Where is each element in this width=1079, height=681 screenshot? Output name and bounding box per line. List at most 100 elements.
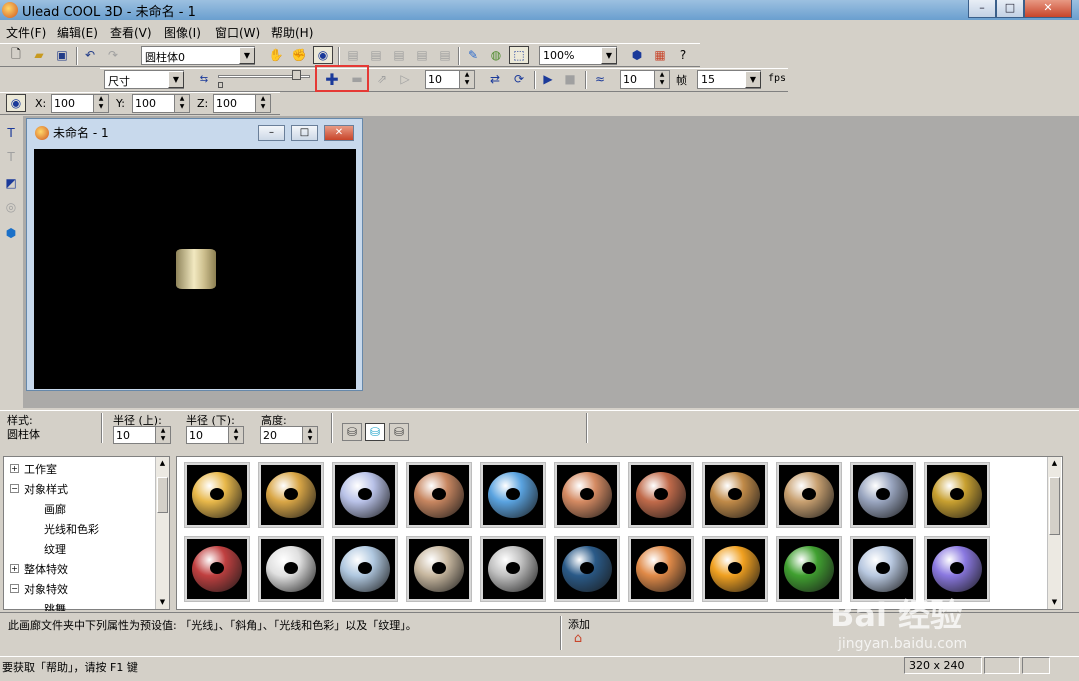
new-file-icon[interactable]: 🗋 xyxy=(6,46,26,64)
maximize-button[interactable]: □ xyxy=(996,0,1024,18)
render-canvas[interactable] xyxy=(34,149,356,389)
hand-move-icon[interactable]: ✋ xyxy=(266,46,286,64)
gallery-scrollbar[interactable]: ▲ ▼ xyxy=(1047,457,1061,609)
menu-view[interactable]: 查看(V) xyxy=(110,24,152,41)
menu-file[interactable]: 文件(F) xyxy=(6,24,46,41)
scroll-up-icon[interactable]: ▲ xyxy=(156,457,169,469)
tree-item-object-style[interactable]: 对象样式 xyxy=(24,481,68,497)
gallery-preset-thumbnail[interactable] xyxy=(184,462,250,528)
radius-bottom-input[interactable]: 10 ▲ ▼ xyxy=(186,426,244,444)
frame-nav-icon[interactable]: ⇆ xyxy=(194,70,214,88)
position-tool-icon[interactable]: ◉ xyxy=(6,94,26,112)
menu-image[interactable]: 图像(I) xyxy=(164,24,201,41)
gallery-preset-thumbnail[interactable] xyxy=(480,462,546,528)
layer-icon-1[interactable]: ▤ xyxy=(343,46,363,64)
gallery-preset-thumbnail[interactable] xyxy=(554,462,620,528)
render-icon[interactable]: ⬚ xyxy=(509,46,529,64)
zoom-select[interactable]: 100% ▼ xyxy=(539,46,617,65)
undo-icon[interactable]: ↶ xyxy=(80,46,100,64)
gallery-preset-thumbnail[interactable] xyxy=(184,536,250,602)
tree-toggle-icon[interactable]: − xyxy=(10,584,19,593)
tree-item-object-effects[interactable]: 对象特效 xyxy=(24,581,68,597)
gallery-preset-thumbnail[interactable] xyxy=(628,462,694,528)
scroll-thumb[interactable] xyxy=(157,477,168,513)
tree-scrollbar[interactable]: ▲ ▼ xyxy=(155,457,169,609)
gallery-preset-thumbnail[interactable] xyxy=(554,536,620,602)
add-to-gallery-icon[interactable]: ⌂ xyxy=(570,631,586,647)
minimize-button[interactable]: – xyxy=(968,0,996,18)
tree-item-dance[interactable]: 跳舞 xyxy=(44,601,66,611)
gallery-preset-thumbnail[interactable] xyxy=(332,462,398,528)
cylinder-shape-icon[interactable]: ⛁ xyxy=(342,423,362,441)
document-minimize-button[interactable]: – xyxy=(258,125,285,141)
gallery-preset-thumbnail[interactable] xyxy=(924,462,990,528)
tree-item-gallery[interactable]: 画廊 xyxy=(44,501,66,517)
close-button[interactable]: ✕ xyxy=(1024,0,1072,18)
insert-text-icon[interactable]: T xyxy=(1,124,21,142)
gallery-preset-thumbnail[interactable] xyxy=(480,536,546,602)
tree-item-texture[interactable]: 纹理 xyxy=(44,541,66,557)
size-select[interactable]: 尺寸 ▼ xyxy=(104,70,184,89)
y-input[interactable]: 100 ▲ ▼ xyxy=(132,94,190,113)
cylinder-filled-icon[interactable]: ⛁ xyxy=(365,423,385,441)
height-input[interactable]: 20 ▲ ▼ xyxy=(260,426,318,444)
gallery-preset-thumbnail[interactable] xyxy=(258,536,324,602)
menu-window[interactable]: 窗口(W) xyxy=(215,24,260,41)
cylinder-hollow-icon[interactable]: ⛁ xyxy=(389,423,409,441)
gallery-preset-thumbnail[interactable] xyxy=(628,536,694,602)
play-icon[interactable]: ▶ xyxy=(538,70,558,88)
edit-graphic-icon[interactable]: ◎ xyxy=(1,198,21,216)
edit-text-icon[interactable]: T xyxy=(1,148,21,166)
tree-toggle-icon[interactable]: + xyxy=(10,464,19,473)
cylinder-object[interactable] xyxy=(176,249,216,289)
globe-icon[interactable]: ◍ xyxy=(486,46,506,64)
layer-icon-3[interactable]: ▤ xyxy=(389,46,409,64)
split-keyframe-icon[interactable]: ⇗ xyxy=(372,70,392,88)
context-help-icon[interactable]: ? xyxy=(673,46,693,64)
save-icon[interactable]: ▣ xyxy=(52,46,72,64)
document-close-button[interactable]: ✕ xyxy=(324,125,354,141)
redo-icon[interactable]: ↷ xyxy=(103,46,123,64)
scroll-down-icon[interactable]: ▼ xyxy=(156,596,169,608)
fps-select[interactable]: 15 ▼ xyxy=(697,70,761,89)
insert-geometric-object-icon[interactable]: ⬢ xyxy=(1,224,21,242)
plugin-icon[interactable]: ⬢ xyxy=(627,46,647,64)
slider-handle-end[interactable] xyxy=(292,70,301,80)
loop-icon[interactable]: ⇄ xyxy=(485,70,505,88)
object-select[interactable]: 圆柱体0 ▼ xyxy=(141,46,255,65)
stop-icon[interactable]: ■ xyxy=(560,70,580,88)
gallery-preset-thumbnail[interactable] xyxy=(702,462,768,528)
gallery-preset-thumbnail[interactable] xyxy=(406,462,472,528)
gallery-preset-thumbnail[interactable] xyxy=(702,536,768,602)
gallery-preset-thumbnail[interactable] xyxy=(258,462,324,528)
gallery-preset-thumbnail[interactable] xyxy=(850,462,916,528)
speed-input[interactable]: 10 ▲ ▼ xyxy=(620,70,670,89)
open-folder-icon[interactable]: ▰ xyxy=(29,46,49,64)
scroll-thumb[interactable] xyxy=(1049,477,1060,535)
tree-toggle-icon[interactable]: + xyxy=(10,564,19,573)
gallery-preset-thumbnail[interactable] xyxy=(332,536,398,602)
reverse-icon[interactable]: ▷ xyxy=(395,70,415,88)
smooth-path-icon[interactable]: ≈ xyxy=(590,70,610,88)
eyedropper-icon[interactable]: ✎ xyxy=(463,46,483,64)
rotate-hand-icon[interactable]: ✊ xyxy=(289,46,309,64)
menu-help[interactable]: 帮助(H) xyxy=(271,24,313,41)
tree-item-global-effects[interactable]: 整体特效 xyxy=(24,561,68,577)
gallery-preset-thumbnail[interactable] xyxy=(406,536,472,602)
insert-graphic-icon[interactable]: ◩ xyxy=(1,174,21,192)
layer-icon-2[interactable]: ▤ xyxy=(366,46,386,64)
scroll-up-icon[interactable]: ▲ xyxy=(1048,457,1061,469)
layer-icon-5[interactable]: ▤ xyxy=(435,46,455,64)
frame-number-input[interactable]: 10 ▲ ▼ xyxy=(425,70,475,89)
document-maximize-button[interactable]: □ xyxy=(291,125,318,141)
tree-item-light-color[interactable]: 光线和色彩 xyxy=(44,521,99,537)
repeat-icon[interactable]: ⟳ xyxy=(509,70,529,88)
fit-view-icon[interactable]: ◉ xyxy=(313,46,333,64)
scroll-down-icon[interactable]: ▼ xyxy=(1048,596,1061,608)
x-input[interactable]: 100 ▲ ▼ xyxy=(51,94,109,113)
tree-item-studio[interactable]: 工作室 xyxy=(24,461,57,477)
layer-icon-4[interactable]: ▤ xyxy=(412,46,432,64)
z-input[interactable]: 100 ▲ ▼ xyxy=(213,94,271,113)
radius-top-input[interactable]: 10 ▲ ▼ xyxy=(113,426,171,444)
gallery-preset-thumbnail[interactable] xyxy=(776,462,842,528)
